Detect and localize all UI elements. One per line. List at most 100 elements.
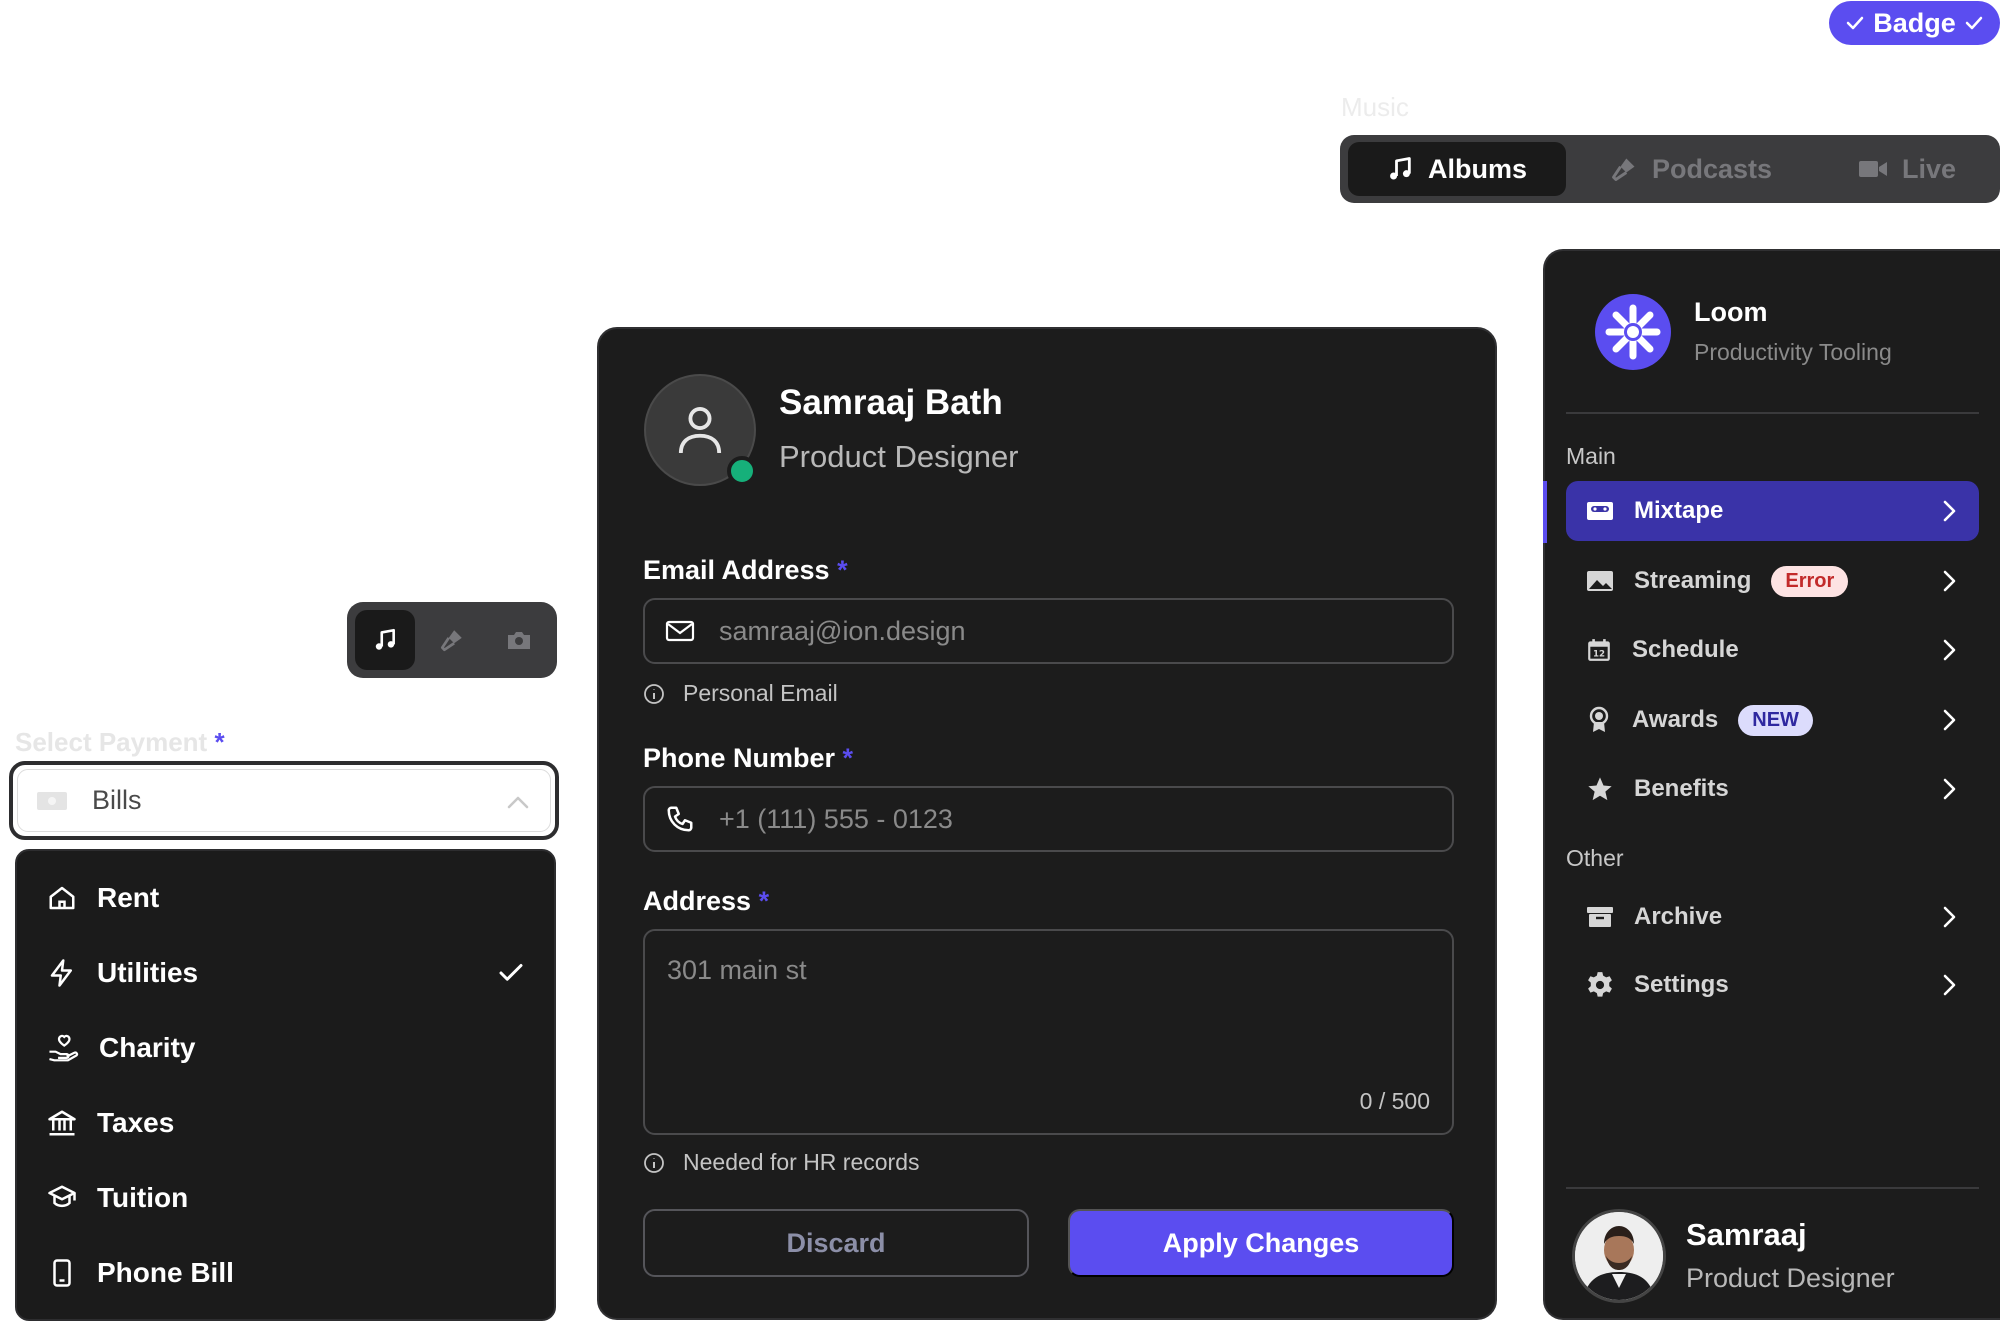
camera-icon [508, 632, 530, 649]
phone-field[interactable]: +1 (111) 555 - 0123 [643, 786, 1454, 852]
info-icon [644, 1152, 664, 1173]
svg-text:12: 12 [1593, 650, 1605, 660]
info-icon [644, 683, 664, 704]
address-textarea[interactable]: 301 main st 0 / 500 [643, 929, 1454, 1135]
sidebar-item-benefits[interactable]: Benefits [1566, 759, 1979, 819]
sidebar: Loom Productivity Tooling Main Mixtape S… [1543, 249, 2000, 1320]
gear-icon [1588, 972, 1612, 997]
tab-label: Albums [1428, 153, 1528, 184]
payment-selected-value: Bills [92, 785, 142, 815]
address-hint: Needed for HR records [643, 1149, 920, 1176]
tab-label: Podcasts [1652, 153, 1773, 184]
payment-option-rent[interactable]: Rent [17, 868, 554, 928]
active-indicator [1543, 481, 1547, 543]
chevron-right-icon [1943, 906, 1956, 928]
icon-toggle-group [347, 602, 557, 678]
phone-label: Phone Number * [643, 743, 854, 773]
user-role: Product Designer [1686, 1263, 1895, 1293]
user-icon [678, 407, 722, 454]
email-hint: Personal Email [643, 680, 838, 707]
email-placeholder: samraaj@ion.design [719, 615, 966, 646]
music-note-icon [375, 628, 395, 650]
toggle-podcast[interactable] [422, 610, 482, 670]
sidebar-item-streaming[interactable]: Streaming Error [1566, 551, 1979, 611]
chevron-right-icon [1943, 639, 1956, 661]
toggle-music[interactable] [355, 610, 415, 670]
tab-albums[interactable]: Albums [1348, 142, 1566, 196]
badge: Badge [1829, 1, 2000, 45]
section-main-label: Main [1566, 443, 1616, 469]
payment-option-taxes[interactable]: Taxes [17, 1093, 554, 1153]
music-label: Music [1341, 92, 1409, 122]
discard-button[interactable]: Discard [643, 1209, 1029, 1277]
chevron-right-icon [1943, 500, 1956, 522]
section-other-label: Other [1566, 845, 1624, 871]
new-badge: NEW [1738, 704, 1813, 736]
mail-icon [665, 620, 695, 642]
payment-select[interactable]: Bills [9, 761, 559, 840]
calendar-icon: 12 [1588, 639, 1610, 661]
sidebar-item-schedule[interactable]: 12 Schedule [1566, 620, 1979, 680]
app-name: Loom [1694, 297, 1768, 327]
badge-label: Badge [1873, 7, 1956, 38]
chevron-right-icon [1943, 709, 1956, 731]
apply-changes-button[interactable]: Apply Changes [1068, 1209, 1454, 1277]
payment-label: Select Payment * [15, 727, 225, 757]
payment-option-tuition[interactable]: Tuition [17, 1168, 554, 1228]
address-placeholder: 301 main st [667, 955, 807, 985]
check-icon [499, 964, 523, 981]
user-avatar[interactable] [1572, 1209, 1666, 1303]
music-tab-group: Albums Podcasts Live [1340, 135, 2000, 203]
phone-device-icon [53, 1259, 71, 1287]
profile-role: Product Designer [779, 439, 1019, 474]
tab-podcasts[interactable]: Podcasts [1610, 142, 1810, 196]
sidebar-item-settings[interactable]: Settings [1566, 955, 1979, 1015]
cassette-icon [1587, 502, 1613, 520]
address-label: Address * [643, 886, 770, 916]
microphone-icon [440, 630, 462, 652]
check-icon [1965, 16, 1983, 30]
chevron-right-icon [1943, 570, 1956, 592]
toggle-camera[interactable] [489, 610, 549, 670]
music-note-icon [1390, 157, 1411, 180]
award-icon [1589, 706, 1609, 732]
archive-icon [1587, 907, 1613, 927]
chevron-right-icon [1943, 974, 1956, 996]
user-name: Samraaj [1686, 1217, 1807, 1252]
chevron-right-icon [1943, 778, 1956, 800]
divider [1566, 412, 1979, 414]
bolt-icon [50, 959, 72, 987]
error-badge: Error [1771, 565, 1849, 597]
graduation-cap-icon [48, 1185, 76, 1208]
hand-heart-icon [49, 1034, 79, 1062]
chevron-up-icon [507, 796, 529, 809]
app-logo-icon [1595, 294, 1671, 370]
home-icon [49, 886, 75, 910]
phone-icon [667, 806, 693, 832]
image-icon [1587, 571, 1613, 591]
microphone-icon [1612, 158, 1635, 181]
app-subtitle: Productivity Tooling [1694, 339, 1892, 365]
sidebar-item-mixtape[interactable]: Mixtape [1566, 481, 1979, 541]
profile-form-card: Samraaj Bath Product Designer Email Addr… [597, 327, 1497, 1320]
email-label: Email Address * [643, 555, 848, 585]
tab-live[interactable]: Live [1858, 142, 1998, 196]
online-status-dot [727, 456, 757, 486]
profile-name: Samraaj Bath [779, 383, 1003, 422]
video-icon [1859, 161, 1887, 177]
divider [1566, 1187, 1979, 1189]
payment-option-utilities[interactable]: Utilities [17, 943, 554, 1003]
sidebar-item-awards[interactable]: Awards NEW [1566, 690, 1979, 750]
star-icon [1588, 777, 1612, 801]
check-icon [1846, 16, 1864, 30]
tab-label: Live [1902, 153, 1957, 184]
sidebar-item-archive[interactable]: Archive [1566, 887, 1979, 947]
email-field[interactable]: samraaj@ion.design [643, 598, 1454, 664]
payment-option-charity[interactable]: Charity [17, 1018, 554, 1078]
payment-option-phone-bill[interactable]: Phone Bill [17, 1243, 554, 1303]
phone-placeholder: +1 (111) 555 - 0123 [719, 803, 953, 834]
payment-options-menu: Rent Utilities Charity Taxes Tuition Pho… [15, 849, 556, 1321]
character-counter: 0 / 500 [1359, 1088, 1430, 1114]
cash-icon [37, 791, 67, 810]
bank-icon [48, 1110, 76, 1136]
